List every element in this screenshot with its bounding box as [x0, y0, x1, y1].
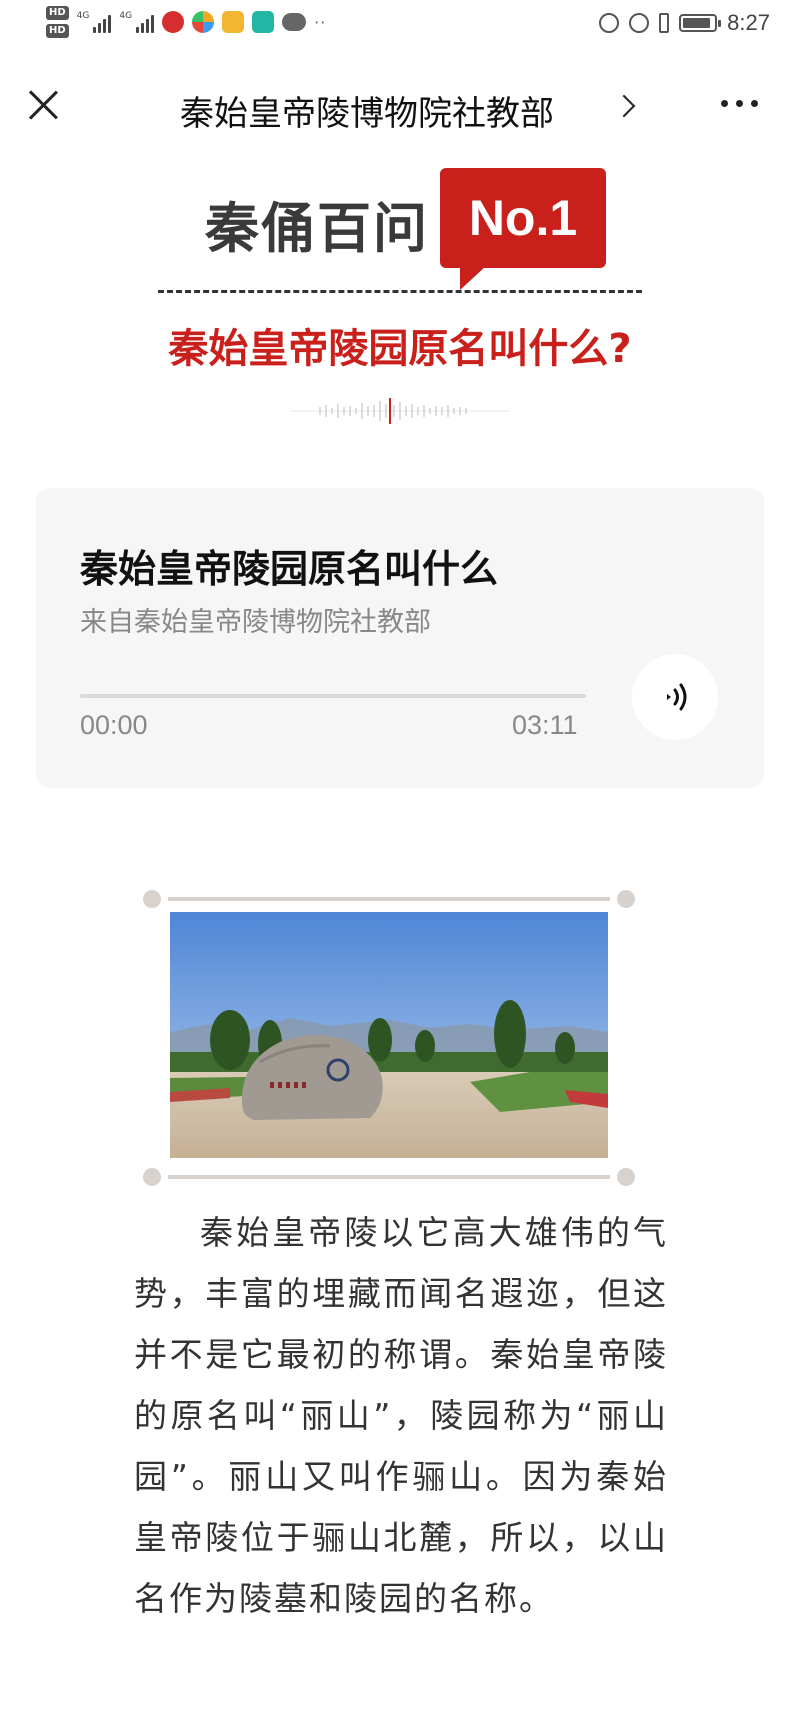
frame-knob — [617, 890, 635, 908]
series-title: 秦俑百问 — [205, 197, 429, 260]
app-icon — [252, 11, 275, 33]
article-photo[interactable] — [170, 912, 608, 1158]
battery-level — [683, 18, 711, 28]
play-button[interactable] — [632, 654, 718, 740]
title-bar: 秦始皇帝陵博物院社教部 — [0, 56, 800, 164]
status-time: 8:27 — [727, 10, 770, 35]
close-icon[interactable] — [26, 88, 60, 122]
wechat-icon — [282, 13, 307, 31]
more-dots-icon[interactable] — [721, 100, 758, 107]
audio-source: 来自秦始皇帝陵博物院社教部 — [80, 607, 431, 638]
photo-stone-monument — [170, 912, 608, 1158]
total-time: 03:11 — [512, 710, 578, 740]
hd-icon: HD — [46, 24, 69, 38]
article-paragraph: 秦始皇帝陵以它高大雄伟的气势，丰富的埋藏而闻名遐迩，但这并不是它最初的称谓。秦始… — [134, 1213, 668, 1618]
frame-knob — [143, 1168, 161, 1186]
more-notifications-indicator: ·· — [314, 12, 327, 32]
frame-rail-top — [168, 897, 610, 901]
audio-player-card[interactable]: 秦始皇帝陵园原名叫什么 来自秦始皇帝陵博物院社教部 00:00 03:11 — [36, 488, 764, 788]
frame-rail-bottom — [168, 1175, 610, 1179]
article-header: 秦俑百问 No.1 秦始皇帝陵园原名叫什么? — [0, 164, 800, 454]
app-icon — [192, 11, 215, 33]
signal-icon: 4G — [77, 11, 112, 33]
hd-icon: HD — [46, 6, 69, 20]
waveform-decoration — [290, 398, 510, 424]
data-saver-icon — [599, 13, 620, 33]
network-type-label: 4G — [119, 11, 133, 21]
question-heading: 秦始皇帝陵园原名叫什么? — [168, 326, 632, 372]
page-title[interactable]: 秦始皇帝陵博物院社教部 — [180, 86, 640, 135]
message-icon — [222, 11, 245, 33]
frame-knob — [143, 890, 161, 908]
alarm-icon — [629, 13, 650, 33]
audio-progress-bar[interactable] — [80, 694, 586, 698]
status-bar-left: HD HD 4G 4G ·· — [46, 6, 326, 38]
dashed-divider — [158, 290, 642, 293]
app-icon — [162, 11, 185, 33]
signal-icon: 4G — [119, 11, 155, 33]
status-bar-right: 8:27 — [599, 10, 770, 36]
battery-icon — [679, 14, 722, 32]
vibrate-icon — [659, 13, 670, 33]
sound-wave-icon — [667, 683, 687, 711]
current-time: 00:00 — [80, 710, 148, 740]
audio-title: 秦始皇帝陵园原名叫什么 — [80, 547, 499, 591]
hd-indicator: HD HD — [46, 6, 69, 38]
status-bar: HD HD 4G 4G ·· 8:27 — [0, 0, 800, 56]
frame-knob — [617, 1168, 635, 1186]
episode-badge: No.1 — [440, 168, 606, 290]
network-type-label: 4G — [76, 11, 90, 21]
